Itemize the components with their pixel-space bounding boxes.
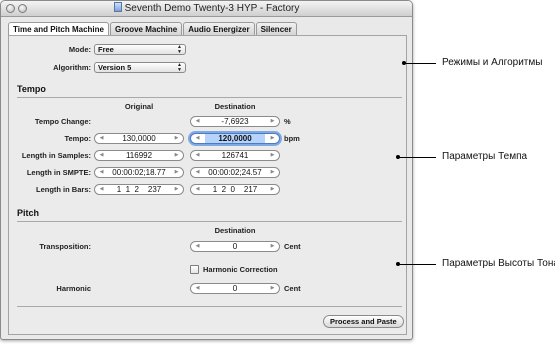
increment-arrow-icon[interactable]: ▶ bbox=[268, 168, 277, 177]
algorithm-value: Version 5 bbox=[98, 63, 132, 72]
tempo-change-label: Tempo Change: bbox=[34, 117, 91, 126]
window-title: Seventh Demo Twenty-3 HYP - Factory bbox=[124, 3, 300, 14]
length-smpte-label: Length in SMPTE: bbox=[26, 168, 91, 177]
callout-pitch-params: Параметры Высоты Тона bbox=[442, 258, 555, 269]
tempo-section-title: Tempo bbox=[17, 84, 46, 94]
mode-value: Free bbox=[98, 45, 114, 54]
length-samples-destination-field[interactable]: ◀ 126741 ▶ bbox=[190, 150, 280, 161]
callout-modes-algorithms: Режимы и Алгоритмы bbox=[442, 57, 543, 68]
decrement-arrow-icon[interactable]: ◀ bbox=[97, 134, 106, 143]
callout-line-pitch bbox=[398, 264, 436, 265]
mode-popup[interactable]: Free ▲ ▼ bbox=[94, 44, 186, 55]
decrement-arrow-icon[interactable]: ◀ bbox=[193, 242, 202, 251]
length-samples-destination-value: 126741 bbox=[221, 151, 249, 160]
transposition-field[interactable]: ◀ 0 ▶ bbox=[190, 241, 280, 252]
process-and-paste-button[interactable]: Process and Paste bbox=[323, 315, 404, 328]
time-and-pitch-window: Seventh Demo Twenty-3 HYP - Factory Time… bbox=[0, 0, 413, 340]
decrement-arrow-icon[interactable]: ◀ bbox=[193, 134, 202, 143]
increment-arrow-icon[interactable]: ▶ bbox=[268, 185, 277, 194]
tempo-original-value: 130,0000 bbox=[122, 134, 156, 143]
algorithm-label: Algorithm: bbox=[53, 63, 91, 72]
length-bars-destination-field[interactable]: ◀ 1 2 0 217 ▶ bbox=[190, 184, 280, 195]
tab-panel: Mode: Free ▲ ▼ Algorithm: Version 5 ▲ ▼ Te… bbox=[8, 35, 407, 335]
length-samples-original-field[interactable]: ◀ 116992 ▶ bbox=[94, 150, 184, 161]
mode-label: Mode: bbox=[68, 45, 91, 54]
increment-arrow-icon[interactable]: ▶ bbox=[172, 151, 181, 160]
tempo-unit: bpm bbox=[284, 134, 300, 143]
transposition-label: Transposition: bbox=[39, 242, 91, 251]
callout-line-modes bbox=[404, 63, 436, 64]
length-smpte-destination-field[interactable]: ◀ 00:00:02;24.57 ▶ bbox=[190, 167, 280, 178]
tempo-change-destination-value: -7,6923 bbox=[221, 117, 249, 126]
tempo-change-destination-field[interactable]: ◀ -7,6923 ▶ bbox=[190, 116, 280, 127]
decrement-arrow-icon[interactable]: ◀ bbox=[193, 151, 202, 160]
decrement-arrow-icon[interactable]: ◀ bbox=[97, 151, 106, 160]
harmonic-correction-label: Harmonic Correction bbox=[203, 265, 278, 274]
decrement-arrow-icon[interactable]: ◀ bbox=[193, 185, 202, 194]
increment-arrow-icon[interactable]: ▶ bbox=[268, 284, 277, 293]
harmonic-unit: Cent bbox=[284, 284, 301, 293]
tempo-destination-value: 120,0000 bbox=[205, 134, 265, 143]
document-icon bbox=[113, 2, 122, 12]
tab-silencer[interactable]: Silencer bbox=[255, 22, 297, 36]
length-bars-label: Length in Bars: bbox=[35, 185, 91, 194]
tempo-change-unit: % bbox=[284, 117, 291, 126]
tempo-original-field[interactable]: ◀ 130,0000 ▶ bbox=[94, 133, 184, 144]
updown-arrows-icon: ▲ ▼ bbox=[177, 44, 182, 55]
tab-groove-machine[interactable]: Groove Machine bbox=[109, 22, 183, 36]
increment-arrow-icon[interactable]: ▶ bbox=[268, 151, 277, 160]
increment-arrow-icon[interactable]: ▶ bbox=[172, 185, 181, 194]
increment-arrow-icon[interactable]: ▶ bbox=[172, 168, 181, 177]
actions-divider bbox=[17, 306, 402, 307]
increment-arrow-icon[interactable]: ▶ bbox=[268, 134, 277, 143]
increment-arrow-icon[interactable]: ▶ bbox=[268, 242, 277, 251]
length-smpte-original-value: 00:00:02;18.77 bbox=[112, 168, 166, 177]
algorithm-popup[interactable]: Version 5 ▲ ▼ bbox=[94, 62, 186, 73]
pitch-divider bbox=[17, 221, 402, 222]
pitch-destination-header: Destination bbox=[214, 226, 256, 235]
decrement-arrow-icon[interactable]: ◀ bbox=[193, 117, 202, 126]
length-samples-original-value: 116992 bbox=[125, 151, 153, 160]
increment-arrow-icon[interactable]: ▶ bbox=[172, 134, 181, 143]
length-bars-original-value: 1 1 2 237 bbox=[116, 185, 162, 194]
harmonic-field[interactable]: ◀ 0 ▶ bbox=[190, 283, 280, 294]
tempo-divider bbox=[17, 97, 402, 98]
length-smpte-destination-value: 00:00:02;24.57 bbox=[208, 168, 262, 177]
decrement-arrow-icon[interactable]: ◀ bbox=[193, 284, 202, 293]
pitch-section-title: Pitch bbox=[17, 208, 40, 218]
window-title-area: Seventh Demo Twenty-3 HYP - Factory bbox=[1, 2, 412, 15]
decrement-arrow-icon[interactable]: ◀ bbox=[97, 168, 106, 177]
title-bar: Seventh Demo Twenty-3 HYP - Factory bbox=[1, 1, 412, 17]
tempo-label: Tempo: bbox=[64, 134, 91, 143]
transposition-unit: Cent bbox=[284, 242, 301, 251]
tempo-original-header: Original bbox=[124, 102, 154, 111]
tab-audio-energizer[interactable]: Audio Energizer bbox=[183, 22, 255, 36]
length-bars-destination-value: 1 2 0 217 bbox=[212, 185, 258, 194]
updown-arrows-icon: ▲ ▼ bbox=[177, 62, 182, 73]
harmonic-correction-checkbox[interactable] bbox=[190, 265, 199, 274]
decrement-arrow-icon[interactable]: ◀ bbox=[97, 185, 106, 194]
length-smpte-original-field[interactable]: ◀ 00:00:02;18.77 ▶ bbox=[94, 167, 184, 178]
tempo-destination-header: Destination bbox=[214, 102, 256, 111]
tempo-destination-field[interactable]: ◀ 120,0000 ▶ bbox=[190, 133, 280, 144]
length-samples-label: Length in Samples: bbox=[21, 151, 91, 160]
tab-time-and-pitch-machine[interactable]: Time and Pitch Machine bbox=[8, 22, 109, 36]
harmonic-value: 0 bbox=[232, 284, 238, 293]
callout-tempo-params: Параметры Темпа bbox=[442, 151, 528, 162]
length-bars-original-field[interactable]: ◀ 1 1 2 237 ▶ bbox=[94, 184, 184, 195]
tab-bar: Time and Pitch Machine Groove Machine Au… bbox=[8, 22, 298, 36]
transposition-value: 0 bbox=[232, 242, 238, 251]
decrement-arrow-icon[interactable]: ◀ bbox=[193, 168, 202, 177]
callout-line-tempo bbox=[398, 157, 436, 158]
increment-arrow-icon[interactable]: ▶ bbox=[268, 117, 277, 126]
harmonic-label: Harmonic bbox=[56, 284, 91, 293]
